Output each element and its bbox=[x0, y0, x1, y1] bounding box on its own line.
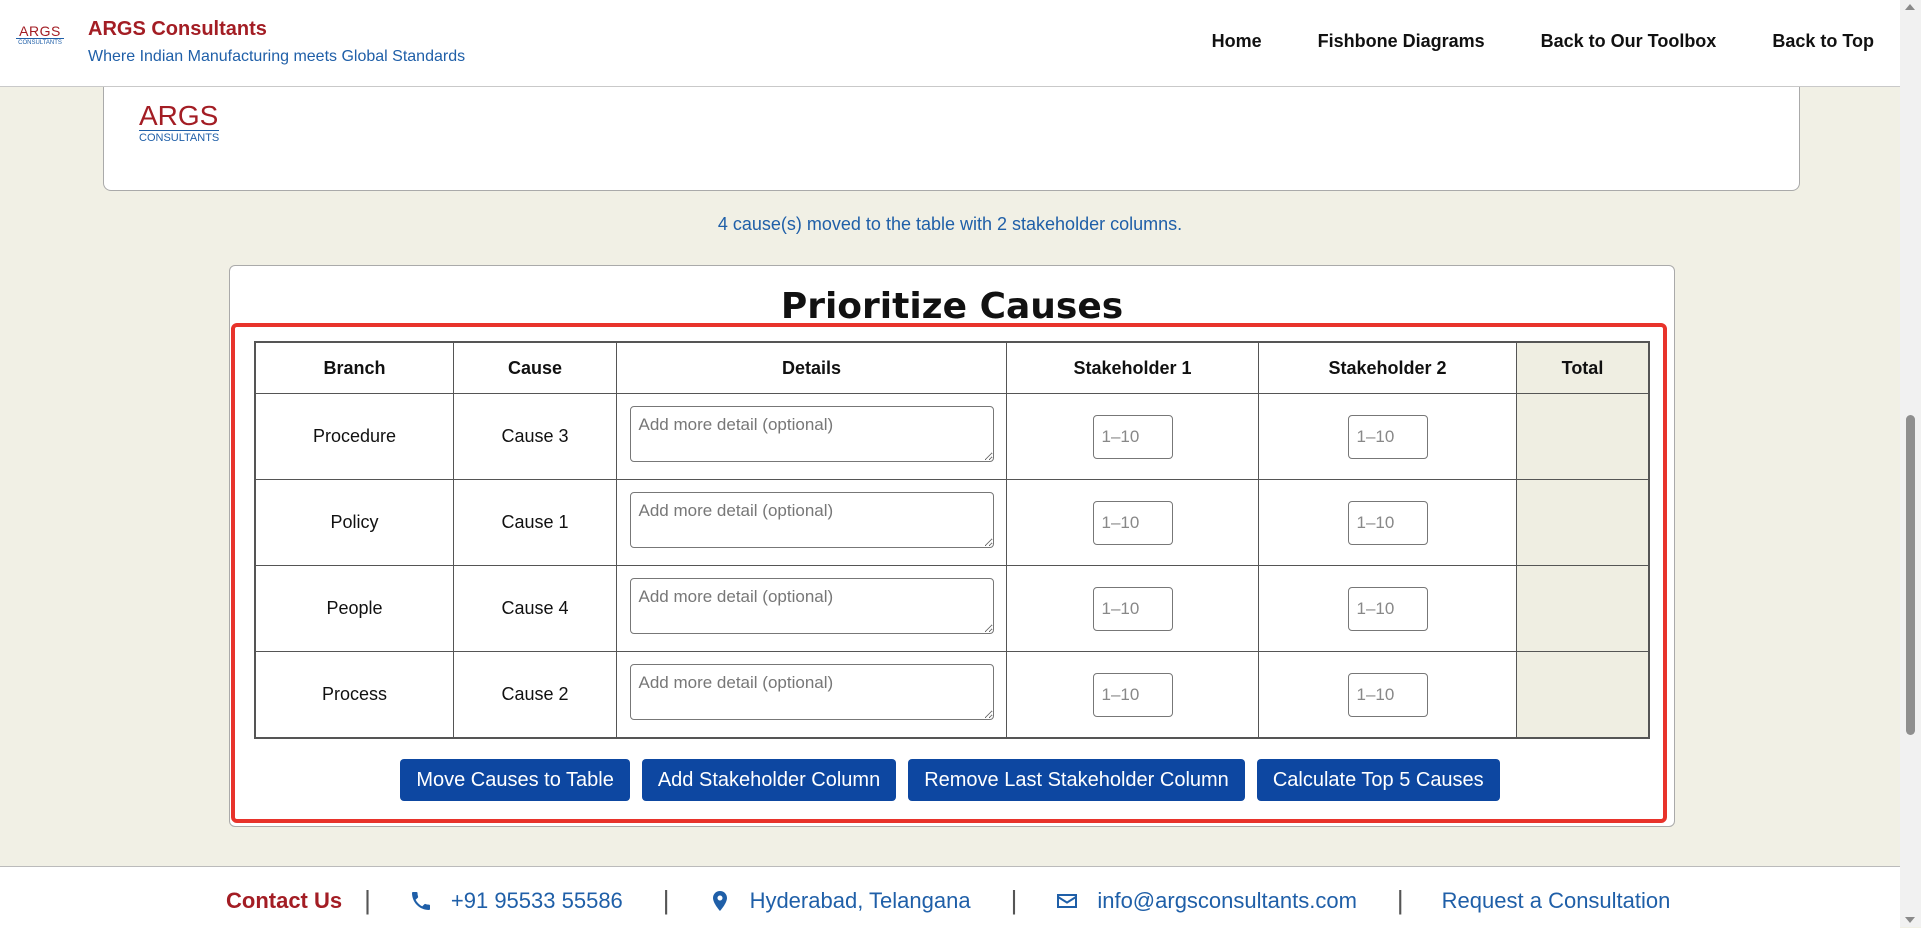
logo-text-bottom: CONSULTANTS bbox=[16, 38, 64, 47]
cell-cause: Cause 3 bbox=[453, 393, 617, 480]
stakeholder-2-score-input[interactable] bbox=[1347, 672, 1428, 717]
footer-separator: | bbox=[364, 885, 371, 915]
nav-back-to-top[interactable]: Back to Top bbox=[1772, 31, 1874, 52]
action-buttons: Move Causes to Table Add Stakeholder Col… bbox=[0, 759, 1900, 801]
scroll-thumb[interactable] bbox=[1906, 415, 1915, 735]
status-message: 4 cause(s) moved to the table with 2 sta… bbox=[717, 214, 1183, 234]
stakeholder-1-score-input[interactable] bbox=[1092, 586, 1173, 631]
details-input[interactable] bbox=[629, 492, 994, 548]
cell-stakeholder-2 bbox=[1258, 479, 1517, 566]
map-pin-icon bbox=[712, 890, 727, 911]
email-text: info@argsconsultants.com bbox=[1097, 887, 1357, 913]
cell-branch: Policy bbox=[254, 479, 454, 566]
card-logo: ARGS CONSULTANTS bbox=[139, 100, 220, 145]
details-input[interactable] bbox=[629, 406, 994, 462]
cell-stakeholder-1 bbox=[1006, 479, 1259, 566]
cell-branch: Procedure bbox=[254, 393, 454, 480]
footer-separator: | bbox=[1010, 885, 1018, 915]
add-stakeholder-column-button[interactable]: Add Stakeholder Column bbox=[641, 759, 897, 801]
cell-branch: People bbox=[254, 565, 454, 652]
table-row: Procedure Cause 3 bbox=[254, 393, 1650, 480]
prioritize-table: Branch Cause Details Stakeholder 1 Stake… bbox=[254, 341, 1650, 739]
cell-stakeholder-2 bbox=[1258, 393, 1517, 480]
scroll-up-arrow-icon[interactable] bbox=[1905, 4, 1915, 10]
cell-details bbox=[616, 479, 1007, 566]
stakeholder-2-score-input[interactable] bbox=[1347, 414, 1428, 459]
calculate-top-causes-button[interactable]: Calculate Top 5 Causes bbox=[1256, 759, 1500, 801]
table-header-row: Branch Cause Details Stakeholder 1 Stake… bbox=[254, 341, 1650, 394]
stakeholder-1-score-input[interactable] bbox=[1092, 672, 1173, 717]
site-footer: Contact Us | +91 95533 55586 | Hyderabad… bbox=[0, 866, 1900, 928]
cell-stakeholder-2 bbox=[1258, 651, 1517, 739]
details-input[interactable] bbox=[629, 664, 994, 720]
diagram-card: ARGS CONSULTANTS bbox=[103, 70, 1800, 191]
footer-separator: | bbox=[662, 885, 670, 915]
footer-email[interactable]: info@argsconsultants.com bbox=[1055, 888, 1357, 914]
cell-branch: Process bbox=[254, 651, 454, 739]
col-header-cause: Cause bbox=[453, 341, 617, 394]
col-header-total: Total bbox=[1516, 341, 1650, 394]
cell-details bbox=[616, 565, 1007, 652]
cell-cause: Cause 4 bbox=[453, 565, 617, 652]
scroll-down-arrow-icon[interactable] bbox=[1905, 917, 1915, 923]
panel-title: Prioritize Causes bbox=[780, 286, 1124, 327]
cell-total bbox=[1516, 565, 1650, 652]
card-logo-text-bottom: CONSULTANTS bbox=[139, 130, 220, 144]
col-header-details: Details bbox=[616, 341, 1007, 394]
table-row: Process Cause 2 bbox=[254, 651, 1650, 739]
move-causes-button[interactable]: Move Causes to Table bbox=[400, 759, 630, 801]
request-consultation-link[interactable]: Request a Consultation bbox=[1442, 888, 1671, 914]
cell-total bbox=[1516, 651, 1650, 739]
cell-cause: Cause 1 bbox=[453, 479, 617, 566]
stakeholder-2-score-input[interactable] bbox=[1347, 500, 1428, 545]
cell-stakeholder-2 bbox=[1258, 565, 1517, 652]
cell-stakeholder-1 bbox=[1006, 393, 1259, 480]
footer-location[interactable]: Hyderabad, Telangana bbox=[708, 888, 971, 914]
footer-separator: | bbox=[1396, 885, 1404, 915]
col-header-stakeholder-1: Stakeholder 1 bbox=[1006, 341, 1259, 394]
cell-cause: Cause 2 bbox=[453, 651, 617, 739]
footer-contact-bar: Contact Us | +91 95533 55586 | Hyderabad… bbox=[226, 885, 1670, 916]
cell-stakeholder-1 bbox=[1006, 565, 1259, 652]
logo-text-top: ARGS bbox=[19, 23, 61, 39]
cell-total bbox=[1516, 393, 1650, 480]
stakeholder-2-score-input[interactable] bbox=[1347, 586, 1428, 631]
nav-home[interactable]: Home bbox=[1212, 31, 1262, 52]
cell-stakeholder-1 bbox=[1006, 651, 1259, 739]
col-header-stakeholder-2: Stakeholder 2 bbox=[1258, 341, 1517, 394]
nav-back-to-toolbox[interactable]: Back to Our Toolbox bbox=[1541, 31, 1717, 52]
site-header: ARGS CONSULTANTS ARGS Consultants Where … bbox=[0, 0, 1900, 87]
brand-title[interactable]: ARGS Consultants bbox=[88, 18, 267, 41]
cell-total bbox=[1516, 479, 1650, 566]
col-header-branch: Branch bbox=[254, 341, 454, 394]
envelope-icon bbox=[1057, 893, 1078, 908]
contact-us-label: Contact Us bbox=[226, 887, 343, 913]
remove-stakeholder-column-button[interactable]: Remove Last Stakeholder Column bbox=[908, 759, 1245, 801]
main-nav: Home Fishbone Diagrams Back to Our Toolb… bbox=[1212, 31, 1874, 52]
nav-fishbone-diagrams[interactable]: Fishbone Diagrams bbox=[1318, 31, 1485, 52]
location-text: Hyderabad, Telangana bbox=[749, 887, 971, 913]
stakeholder-1-score-input[interactable] bbox=[1092, 500, 1173, 545]
details-input[interactable] bbox=[629, 578, 994, 634]
brand-tagline: Where Indian Manufacturing meets Global … bbox=[88, 48, 466, 65]
page-scrollbar[interactable] bbox=[1900, 0, 1921, 927]
cell-details bbox=[616, 393, 1007, 480]
phone-icon bbox=[411, 891, 430, 910]
card-logo-text-top: ARGS bbox=[139, 100, 219, 131]
stakeholder-1-score-input[interactable] bbox=[1092, 414, 1173, 459]
cell-details bbox=[616, 651, 1007, 739]
phone-text: +91 95533 55586 bbox=[450, 887, 623, 913]
footer-phone[interactable]: +91 95533 55586 bbox=[409, 888, 623, 914]
table-row: Policy Cause 1 bbox=[254, 479, 1650, 566]
table-row: People Cause 4 bbox=[254, 565, 1650, 652]
header-logo[interactable]: ARGS CONSULTANTS bbox=[16, 24, 64, 47]
